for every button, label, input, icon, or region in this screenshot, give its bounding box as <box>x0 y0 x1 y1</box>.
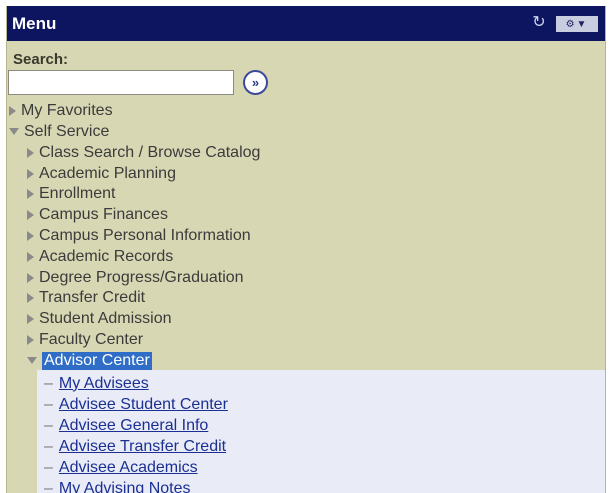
folder-label: Class Search / Browse Catalog <box>39 143 261 161</box>
expand-arrow-icon <box>27 292 34 303</box>
search-label: Search: <box>13 51 69 68</box>
link-row: – Advisee Academics <box>44 458 198 477</box>
advisor-center-submenu: – My Advisees – Advisee Student Center –… <box>37 370 605 493</box>
menu-panel: Menu ↻ ⚙▼ Search: » My Favorites Self Se… <box>6 6 606 493</box>
folder-label: Campus Finances <box>39 205 168 223</box>
folder-label: Campus Personal Information <box>39 226 251 244</box>
expand-arrow-icon <box>27 272 34 283</box>
folder-label: Self Service <box>24 122 110 140</box>
expand-arrow-icon <box>27 209 34 220</box>
folder-label: Academic Records <box>39 247 174 265</box>
folder-transfer-credit[interactable]: Transfer Credit <box>27 287 145 308</box>
link-row: – Advisee Transfer Credit <box>44 437 227 456</box>
expand-arrow-icon <box>27 168 34 179</box>
search-input[interactable] <box>8 70 234 95</box>
collapse-arrow-icon <box>27 357 37 364</box>
folder-label: Transfer Credit <box>39 288 146 306</box>
expand-arrow-icon <box>27 334 34 345</box>
expand-arrow-icon <box>27 147 34 158</box>
folder-faculty-center[interactable]: Faculty Center <box>27 329 143 350</box>
folder-my-favorites[interactable]: My Favorites <box>9 100 113 121</box>
link-row: – My Advising Notes <box>44 478 191 493</box>
folder-label: Faculty Center <box>39 330 144 348</box>
folder-student-admission[interactable]: Student Admission <box>27 308 172 329</box>
link-row: – My Advisees <box>44 374 149 393</box>
menu-titlebar: Menu ↻ ⚙▼ <box>7 6 605 41</box>
folder-label-selected: Advisor Center <box>42 351 152 370</box>
folder-enrollment[interactable]: Enrollment <box>27 183 115 204</box>
folder-label: My Favorites <box>21 101 113 119</box>
link-advisee-student-center[interactable]: Advisee Student Center <box>59 396 228 414</box>
folder-degree-progress[interactable]: Degree Progress/Graduation <box>27 267 244 288</box>
folder-label: Degree Progress/Graduation <box>39 268 244 286</box>
link-advisee-general-info[interactable]: Advisee General Info <box>59 417 208 435</box>
expand-arrow-icon <box>27 251 34 262</box>
link-my-advising-notes[interactable]: My Advising Notes <box>59 480 191 493</box>
folder-label: Academic Planning <box>39 164 176 182</box>
expand-arrow-icon <box>27 313 34 324</box>
folder-academic-planning[interactable]: Academic Planning <box>27 163 176 184</box>
search-go-button[interactable]: » <box>243 70 268 95</box>
folder-campus-personal-information[interactable]: Campus Personal Information <box>27 225 251 246</box>
link-advisee-transfer-credit[interactable]: Advisee Transfer Credit <box>59 438 226 456</box>
folder-label: Student Admission <box>39 309 172 327</box>
refresh-icon[interactable]: ↻ <box>531 14 547 32</box>
expand-arrow-icon <box>27 230 34 241</box>
link-advisee-academics[interactable]: Advisee Academics <box>59 459 198 477</box>
collapse-arrow-icon <box>9 128 19 135</box>
folder-advisor-center[interactable]: Advisor Center <box>27 350 152 371</box>
folder-campus-finances[interactable]: Campus Finances <box>27 204 168 225</box>
options-gear-icon[interactable]: ⚙▼ <box>556 16 598 32</box>
folder-academic-records[interactable]: Academic Records <box>27 246 173 267</box>
link-row: – Advisee Student Center <box>44 395 228 414</box>
link-row: – Advisee General Info <box>44 416 209 435</box>
folder-label: Enrollment <box>39 184 116 202</box>
expand-arrow-icon <box>27 188 34 199</box>
link-my-advisees[interactable]: My Advisees <box>59 375 149 393</box>
menu-title: Menu <box>12 13 57 33</box>
folder-self-service[interactable]: Self Service <box>9 121 109 142</box>
expand-arrow-icon <box>9 105 16 116</box>
folder-class-search[interactable]: Class Search / Browse Catalog <box>27 142 260 163</box>
